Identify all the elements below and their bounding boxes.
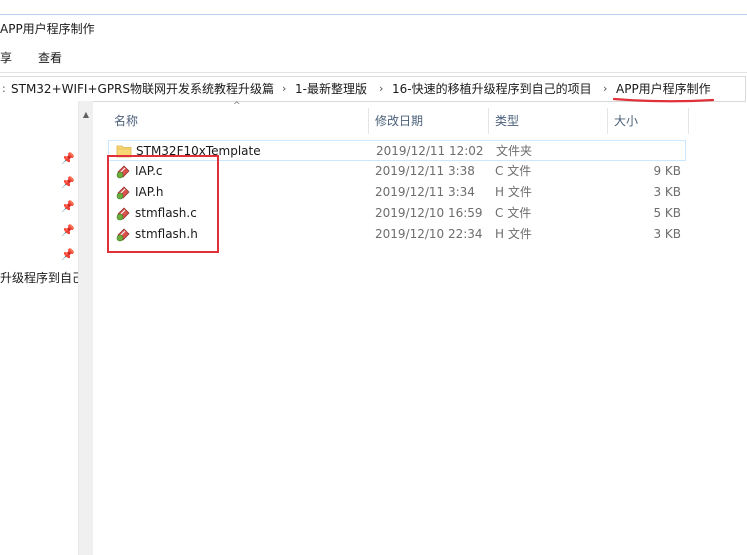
file-size: 3 KB — [653, 227, 681, 241]
file-type: 文件夹 — [496, 144, 533, 158]
column-divider[interactable] — [688, 108, 689, 134]
breadcrumb-chevron-icon[interactable]: › — [379, 77, 383, 101]
file-date: 2019/12/11 3:38 — [375, 164, 475, 178]
ribbon-divider — [0, 72, 747, 73]
window-top-border — [0, 14, 747, 15]
file-type: C 文件 — [495, 206, 532, 220]
file-date: 2019/12/10 22:34 — [375, 227, 483, 241]
file-type: H 文件 — [495, 185, 532, 199]
column-header-type-label: 类型 — [495, 114, 520, 128]
column-header-name[interactable]: 名称 — [107, 108, 368, 134]
file-type: C 文件 — [495, 164, 532, 178]
file-size: 9 KB — [653, 164, 681, 178]
column-header-type[interactable]: 类型 — [489, 108, 607, 134]
breadcrumb-chevron-icon[interactable]: › — [603, 77, 607, 101]
annotation-underline — [613, 97, 714, 103]
breadcrumb-item-porting[interactable]: 16-快速的移植升级程序到自己的项目 — [392, 77, 592, 101]
navpane-scrollbar[interactable]: ▲ — [78, 101, 93, 555]
breadcrumb-chevron-icon[interactable]: : — [2, 77, 6, 101]
column-header-size-label: 大小 — [614, 114, 639, 128]
column-header-size[interactable]: 大小 — [608, 108, 688, 134]
file-size: 3 KB — [653, 185, 681, 199]
window-title: APP用户程序制作 — [0, 22, 95, 36]
breadcrumb-item-latest[interactable]: 1-最新整理版 — [295, 77, 367, 101]
file-date: 2019/12/10 16:59 — [375, 206, 483, 220]
file-size: 5 KB — [653, 206, 681, 220]
pin-icon[interactable]: 📌 — [61, 177, 75, 189]
navigation-pane: 📌 📌 📌 📌 📌 升级程序到自己 — [0, 101, 84, 555]
breadcrumb-item-tutorial[interactable]: STM32+WIFI+GPRS物联网开发系统教程升级篇 — [11, 77, 274, 101]
file-type: H 文件 — [495, 227, 532, 241]
column-header-name-label: 名称 — [114, 114, 139, 128]
breadcrumb-chevron-icon[interactable]: › — [282, 77, 286, 101]
pin-icon[interactable]: 📌 — [61, 249, 75, 261]
annotation-highlight-box — [107, 155, 219, 253]
scroll-up-arrow-icon[interactable]: ▲ — [79, 109, 93, 121]
column-header-date[interactable]: 修改日期 — [369, 108, 488, 134]
column-header-date-label: 修改日期 — [375, 114, 424, 128]
file-date: 2019/12/11 12:02 — [376, 144, 484, 158]
tab-view[interactable]: 查看 — [38, 48, 62, 68]
pin-icon[interactable]: 📌 — [61, 153, 75, 165]
pin-icon[interactable]: 📌 — [61, 225, 75, 237]
tab-share[interactable]: 享 — [0, 48, 12, 68]
pin-icon[interactable]: 📌 — [61, 201, 75, 213]
file-date: 2019/12/11 3:34 — [375, 185, 475, 199]
nav-item-project[interactable]: 升级程序到自己 — [0, 270, 84, 286]
